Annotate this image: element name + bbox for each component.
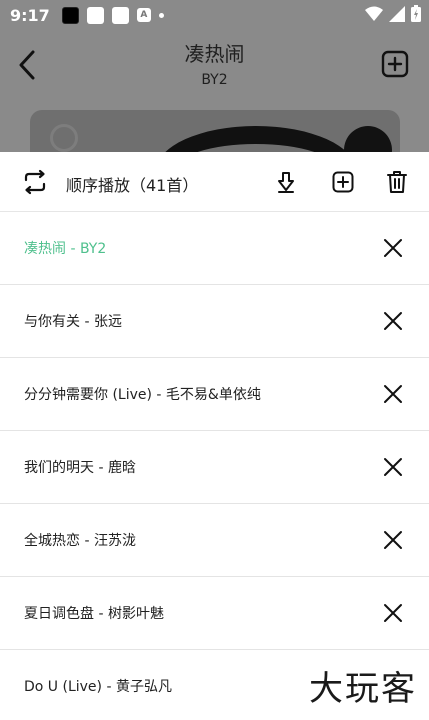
signal-icon — [389, 5, 405, 22]
track-title: 夏日调色盘 - 树影叶魅 — [24, 606, 164, 622]
wifi-icon — [365, 6, 383, 21]
notification-icons: A — [61, 6, 164, 24]
speaker-knob — [344, 126, 392, 152]
trash-icon — [387, 171, 407, 193]
add-all-to-list-button[interactable] — [330, 169, 356, 195]
song-artist: BY2 — [201, 72, 228, 88]
playlist-sheet: 顺序播放（41首） 凑热闹 - BY2 与你有关 - 张远 分分钟需要你 (Li… — [0, 152, 429, 720]
close-icon[interactable] — [381, 528, 405, 552]
player-background: 9:17 A 凑热闹 BY2 — [0, 0, 429, 152]
download-all-button[interactable] — [273, 169, 299, 195]
close-icon[interactable] — [381, 309, 405, 333]
close-icon[interactable] — [381, 455, 405, 479]
play-mode-label: 顺序播放（41首） — [66, 176, 199, 195]
album-cover — [30, 110, 400, 152]
track-row[interactable]: 我们的明天 - 鹿晗 — [0, 431, 429, 504]
track-row[interactable]: 与你有关 - 张远 — [0, 285, 429, 358]
track-title: Do U (Live) - 黄子弘凡 — [24, 679, 172, 695]
track-title: 分分钟需要你 (Live) - 毛不易&单依纯 — [24, 387, 261, 403]
more-notifications-icon — [158, 12, 164, 18]
notification-icon: A — [136, 8, 151, 22]
track-title: 全城热恋 - 汪苏泷 — [24, 533, 136, 549]
track-title: 凑热闹 - BY2 — [24, 241, 107, 257]
speaker-ring — [156, 126, 356, 152]
track-title: 与你有关 - 张远 — [24, 314, 122, 330]
playlist-header: 顺序播放（41首） — [0, 152, 429, 212]
track-list: 凑热闹 - BY2 与你有关 - 张远 分分钟需要你 (Live) - 毛不易&… — [0, 212, 429, 720]
plus-square-icon — [381, 50, 409, 78]
track-row[interactable]: 夏日调色盘 - 树影叶魅 — [0, 577, 429, 650]
status-bar: 9:17 A — [0, 0, 429, 30]
track-row-active[interactable]: 凑热闹 - BY2 — [0, 212, 429, 285]
battery-icon — [411, 5, 421, 22]
track-row[interactable]: 分分钟需要你 (Live) - 毛不易&单依纯 — [0, 358, 429, 431]
watermark-logo: 大玩客 — [309, 669, 417, 709]
track-title: 我们的明天 - 鹿晗 — [24, 460, 136, 476]
notification-icon — [111, 6, 129, 24]
notification-icon — [86, 6, 104, 24]
status-time: 9:17 — [10, 5, 50, 25]
close-icon[interactable] — [381, 601, 405, 625]
add-to-playlist-button[interactable] — [381, 50, 411, 80]
brand-logo-icon — [50, 124, 78, 152]
download-icon — [278, 172, 294, 193]
repeat-icon — [24, 169, 46, 195]
song-title: 凑热闹 — [184, 42, 245, 66]
notification-icon — [61, 6, 79, 24]
track-row[interactable]: 全城热恋 - 汪苏泷 — [0, 504, 429, 577]
player-header: 凑热闹 BY2 — [0, 30, 429, 98]
clear-playlist-button[interactable] — [384, 169, 410, 195]
system-icons — [365, 5, 421, 22]
plus-square-icon — [332, 171, 354, 193]
close-icon[interactable] — [381, 236, 405, 260]
play-mode-button[interactable] — [22, 169, 48, 195]
close-icon[interactable] — [381, 382, 405, 406]
